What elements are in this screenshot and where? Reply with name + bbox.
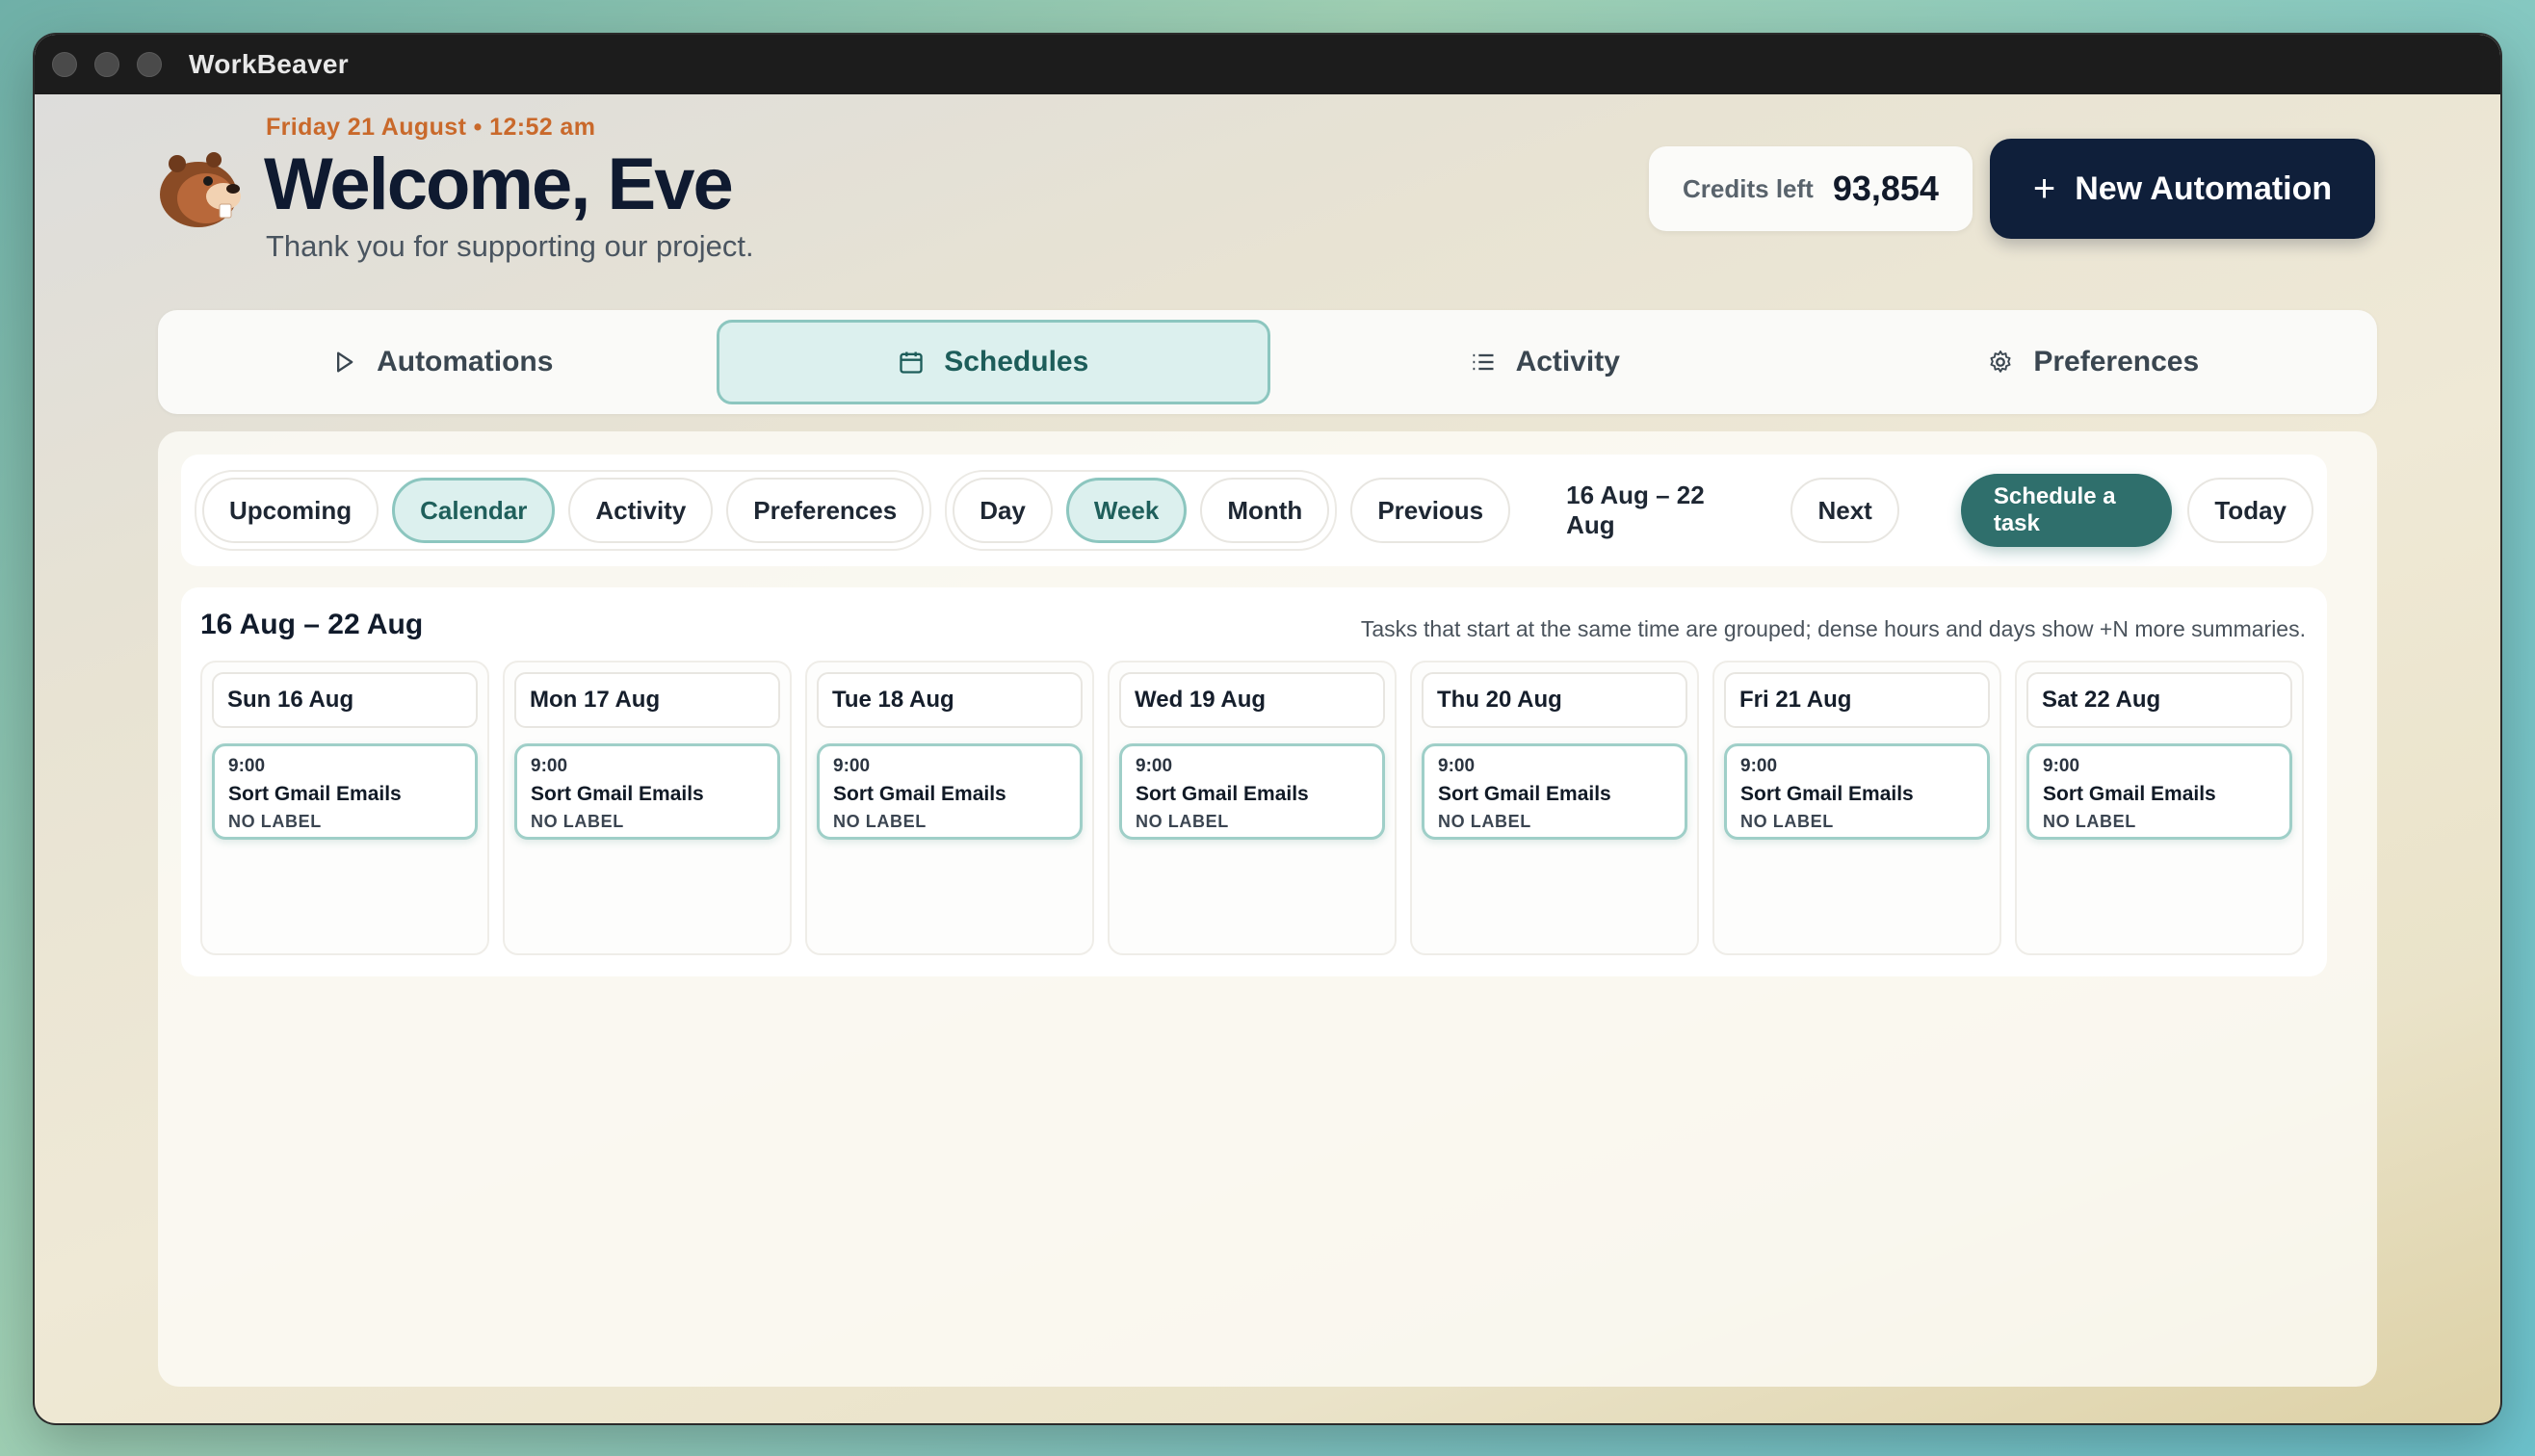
title-bar: WorkBeaver [35, 35, 2500, 94]
day-header: Mon 17 Aug [514, 672, 780, 728]
day-header: Sat 22 Aug [2026, 672, 2292, 728]
task-name: Sort Gmail Emails [1136, 783, 1309, 805]
minimize-window-button[interactable] [94, 52, 119, 77]
subtab-calendar[interactable]: Calendar [392, 478, 556, 543]
task-card[interactable]: 9:00 Sort Gmail Emails NO LABEL [2026, 743, 2292, 840]
task-name: Sort Gmail Emails [1438, 783, 1611, 805]
day-column: Sun 16 Aug 9:00 Sort Gmail Emails NO LAB… [200, 661, 489, 955]
calendar-toolbar: Upcoming Calendar Activity Preferences D… [181, 455, 2327, 566]
main-tab-bar: Automations Schedules Activity Preferenc… [158, 310, 2377, 414]
task-label: NO LABEL [531, 812, 624, 831]
plus-icon: + [2032, 167, 2056, 210]
credits-label: Credits left [1683, 173, 1814, 203]
task-time: 9:00 [1740, 756, 1778, 776]
task-card[interactable]: 9:00 Sort Gmail Emails NO LABEL [817, 743, 1083, 840]
beaver-logo-icon [160, 152, 241, 227]
calendar-note: Tasks that start at the same time are gr… [1360, 616, 2306, 641]
current-date-time: Friday 21 August • 12:52 am [266, 114, 596, 141]
task-time: 9:00 [1136, 756, 1173, 776]
close-window-button[interactable] [52, 52, 77, 77]
task-name: Sort Gmail Emails [2043, 783, 2216, 805]
day-column: Mon 17 Aug 9:00 Sort Gmail Emails NO LAB… [503, 661, 792, 955]
subtab-activity[interactable]: Activity [568, 478, 714, 543]
credits-value: 93,854 [1832, 169, 1939, 208]
day-column: Fri 21 Aug 9:00 Sort Gmail Emails NO LAB… [1712, 661, 2001, 955]
tab-automations[interactable]: Automations [168, 320, 717, 404]
sub-tab-group: Upcoming Calendar Activity Preferences [195, 470, 932, 551]
task-label: NO LABEL [833, 812, 927, 831]
day-column: Wed 19 Aug 9:00 Sort Gmail Emails NO LAB… [1108, 661, 1397, 955]
task-name: Sort Gmail Emails [228, 783, 402, 805]
list-icon [1473, 353, 1494, 371]
task-name: Sort Gmail Emails [1740, 783, 1914, 805]
app-title: WorkBeaver [189, 49, 349, 79]
tab-label: Preferences [2033, 346, 2200, 377]
view-toggle-group: Day Week Month [945, 470, 1338, 551]
task-label: NO LABEL [1740, 812, 1834, 831]
previous-button[interactable]: Previous [1350, 478, 1511, 543]
tab-label: Schedules [944, 346, 1089, 377]
tab-label: Activity [1515, 346, 1620, 377]
task-time: 9:00 [1438, 756, 1476, 776]
view-week-button[interactable]: Week [1065, 478, 1188, 543]
day-columns: Sun 16 Aug 9:00 Sort Gmail Emails NO LAB… [200, 661, 2304, 955]
task-name: Sort Gmail Emails [531, 783, 704, 805]
task-name: Sort Gmail Emails [833, 783, 1006, 805]
task-time: 9:00 [833, 756, 871, 776]
today-button[interactable]: Today [2187, 478, 2313, 543]
day-header: Wed 19 Aug [1119, 672, 1385, 728]
tab-activity[interactable]: Activity [1270, 320, 1819, 404]
week-calendar: 16 Aug – 22 Aug Tasks that start at the … [181, 587, 2327, 976]
new-automation-button[interactable]: + New Automation [1990, 139, 2375, 239]
date-range-label: 16 Aug – 22 Aug [1566, 481, 1705, 539]
day-header: Tue 18 Aug [817, 672, 1083, 728]
task-card[interactable]: 9:00 Sort Gmail Emails NO LABEL [1119, 743, 1385, 840]
task-time: 9:00 [228, 756, 266, 776]
page-title: Welcome, Eve [264, 143, 734, 225]
day-column: Tue 18 Aug 9:00 Sort Gmail Emails NO LAB… [805, 661, 1094, 955]
tab-label: Automations [377, 346, 554, 377]
task-card[interactable]: 9:00 Sort Gmail Emails NO LABEL [212, 743, 478, 840]
subtab-preferences[interactable]: Preferences [726, 478, 925, 543]
task-label: NO LABEL [228, 812, 322, 831]
task-label: NO LABEL [1136, 812, 1229, 831]
day-column: Sat 22 Aug 9:00 Sort Gmail Emails NO LAB… [2015, 661, 2304, 955]
task-label: NO LABEL [1438, 812, 1531, 831]
calendar-icon [900, 351, 923, 374]
gear-icon [1990, 350, 2011, 373]
page-subtitle: Thank you for supporting our project. [266, 229, 754, 263]
task-card[interactable]: 9:00 Sort Gmail Emails NO LABEL [514, 743, 780, 840]
task-card[interactable]: 9:00 Sort Gmail Emails NO LABEL [1724, 743, 1990, 840]
calendar-range-title: 16 Aug – 22 Aug [200, 609, 424, 640]
new-automation-label: New Automation [2075, 169, 2333, 207]
tab-schedules[interactable]: Schedules [716, 320, 1270, 404]
task-time: 9:00 [531, 756, 568, 776]
play-icon [337, 351, 353, 373]
view-month-button[interactable]: Month [1200, 478, 1330, 543]
subtab-upcoming[interactable]: Upcoming [202, 478, 379, 543]
day-header: Thu 20 Aug [1422, 672, 1687, 728]
day-header: Fri 21 Aug [1724, 672, 1990, 728]
task-label: NO LABEL [2043, 812, 2136, 831]
task-card[interactable]: 9:00 Sort Gmail Emails NO LABEL [1422, 743, 1687, 840]
task-time: 9:00 [2043, 756, 2080, 776]
credits-badge: Credits left 93,854 [1649, 146, 1973, 231]
day-header: Sun 16 Aug [212, 672, 478, 728]
schedule-task-button[interactable]: Schedule a task [1960, 474, 2173, 547]
zoom-window-button[interactable] [137, 52, 162, 77]
window-controls [52, 52, 162, 77]
app-window: WorkBeaver Friday 21 August • 12:52 am W… [35, 35, 2500, 1423]
view-day-button[interactable]: Day [953, 478, 1053, 543]
day-column: Thu 20 Aug 9:00 Sort Gmail Emails NO LAB… [1410, 661, 1699, 955]
schedules-panel: Upcoming Calendar Activity Preferences D… [158, 431, 2377, 1387]
next-button[interactable]: Next [1790, 478, 1899, 543]
tab-preferences[interactable]: Preferences [1819, 320, 2368, 404]
